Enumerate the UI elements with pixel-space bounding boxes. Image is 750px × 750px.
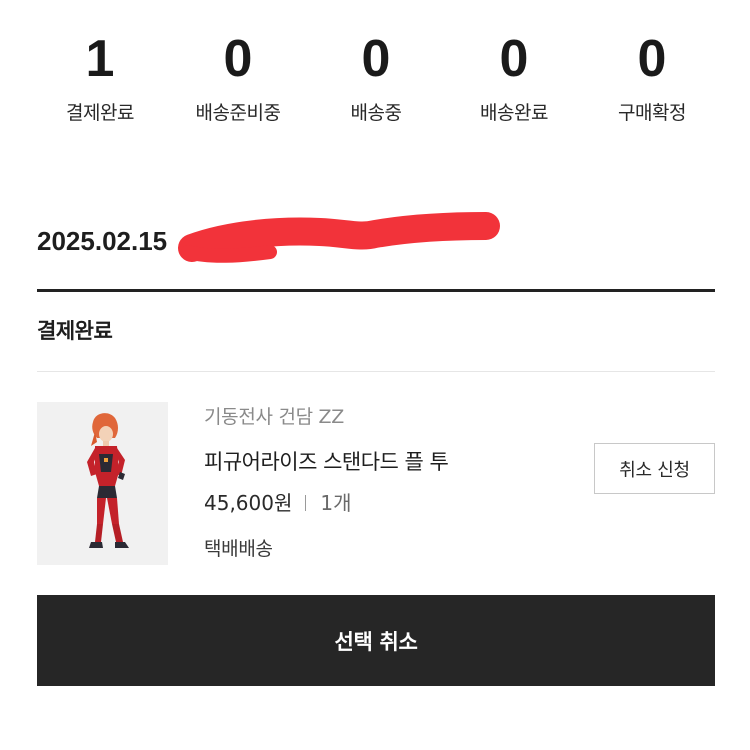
status-count: 0 <box>637 30 667 88</box>
status-count: 1 <box>85 30 115 88</box>
status-label: 배송중 <box>350 102 402 124</box>
redaction-stroke <box>178 212 500 262</box>
status-count: 0 <box>223 30 253 88</box>
order-divider <box>37 289 715 292</box>
status-shipping[interactable]: 0 배송중 <box>307 28 445 126</box>
order-status-heading: 결제완료 <box>37 319 113 343</box>
product-price-line: 45,600원 1개 <box>204 489 352 517</box>
status-label: 결제완료 <box>66 102 134 124</box>
product-name[interactable]: 피규어라이즈 스탠다드 플 투 <box>204 447 449 477</box>
figure-image <box>87 413 129 548</box>
shipping-method: 택배배송 <box>204 538 273 560</box>
status-count: 0 <box>499 30 529 88</box>
redaction-scribble <box>178 212 500 263</box>
order-date: 2025.02.15 <box>37 226 168 256</box>
status-delivered[interactable]: 0 배송완료 <box>445 28 583 126</box>
product-thumbnail[interactable] <box>37 402 168 565</box>
status-label: 배송완료 <box>480 102 548 124</box>
status-label: 배송준비중 <box>195 102 281 124</box>
price-divider <box>305 495 307 511</box>
status-confirmed[interactable]: 0 구매확정 <box>583 28 721 126</box>
status-count: 0 <box>361 30 391 88</box>
order-status-summary: 1 결제완료 0 배송준비중 0 배송중 0 배송완료 0 구매확정 <box>31 28 721 126</box>
product-price: 45,600원 <box>204 491 293 515</box>
redaction-stroke <box>181 245 277 263</box>
status-paid[interactable]: 1 결제완료 <box>31 28 169 126</box>
status-preparing[interactable]: 0 배송준비중 <box>169 28 307 126</box>
cancel-request-button[interactable]: 취소 신청 <box>594 443 715 494</box>
product-quantity: 1개 <box>320 491 352 515</box>
cancel-selected-button[interactable]: 선택 취소 <box>37 595 715 686</box>
section-divider <box>37 371 715 372</box>
product-brand: 기동전사 건담 ZZ <box>204 406 344 428</box>
status-label: 구매확정 <box>618 102 686 124</box>
